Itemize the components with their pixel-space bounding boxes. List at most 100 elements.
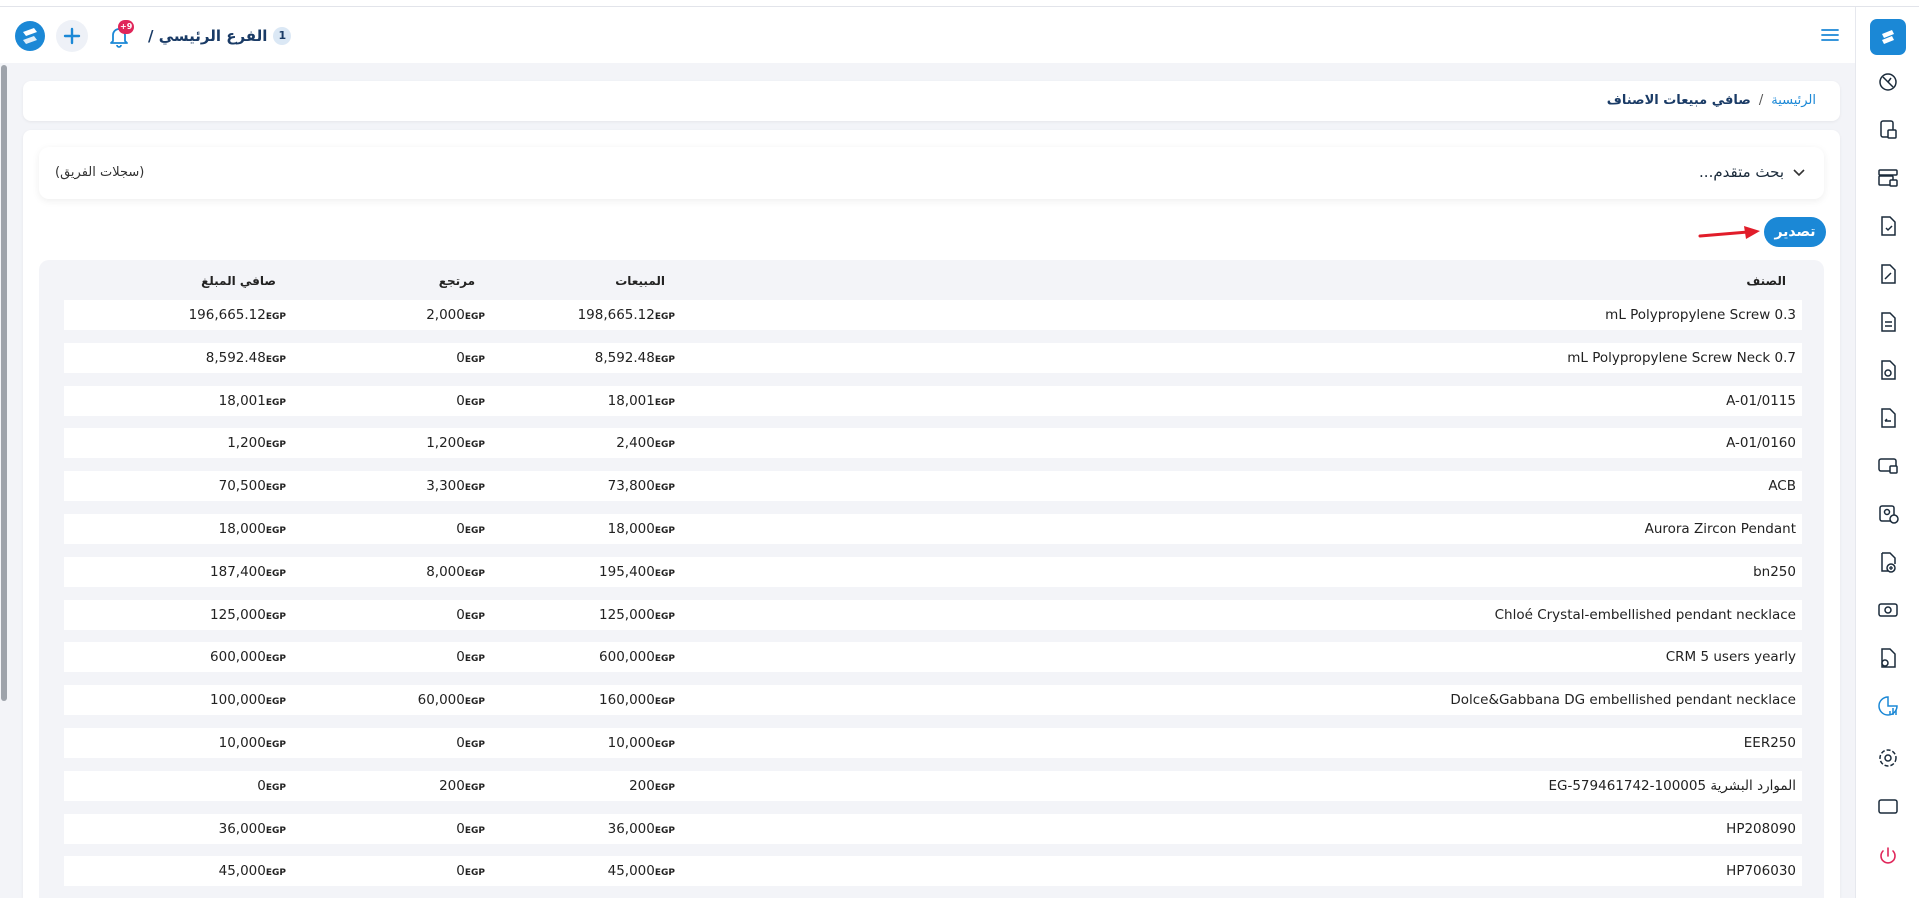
cell-sales: 600,000EGP bbox=[599, 649, 675, 665]
cell-returns-value: 200 bbox=[439, 777, 465, 794]
cell-returns: 0EGP bbox=[456, 735, 485, 751]
table-row[interactable]: ACB 73,800EGP 3,300EGP 70,500EGP bbox=[64, 471, 1802, 502]
screen-icon[interactable] bbox=[1875, 453, 1901, 479]
currency-label: EGP bbox=[464, 782, 485, 793]
currency-label: EGP bbox=[654, 312, 675, 322]
table-row[interactable]: CRM 5 users yearly 600,000EGP 0EGP 600,000E… bbox=[64, 642, 1802, 673]
cell-returns-value: 0 bbox=[456, 735, 465, 751]
annotation-arrow-icon bbox=[1698, 226, 1760, 239]
column-header-sales[interactable]: المبيعات bbox=[615, 274, 665, 288]
cell-item: mL Polypropylene Screw 0.3 bbox=[1605, 307, 1796, 323]
cell-net: 196,665.12EGP bbox=[189, 307, 286, 323]
doc-add-icon[interactable] bbox=[1875, 549, 1901, 575]
cell-net-value: 10,000 bbox=[218, 735, 266, 751]
table-row[interactable]: HP208090 36,000EGP 0EGP 36,000EGP bbox=[64, 813, 1802, 844]
column-header-returns[interactable]: مرتجع bbox=[439, 274, 475, 288]
user-doc-icon[interactable] bbox=[1875, 645, 1901, 671]
branch-selector[interactable]: 1 الفرع الرئيسي / bbox=[148, 24, 292, 48]
customer-add-icon[interactable] bbox=[1875, 501, 1901, 527]
plus-icon bbox=[63, 27, 81, 45]
currency-label: EGP bbox=[654, 526, 675, 536]
cell-item: ACB bbox=[1768, 478, 1796, 494]
power-icon[interactable] bbox=[1875, 843, 1901, 869]
table-row[interactable]: A-01/0115 18,001EGP 0EGP 18,001EGP bbox=[64, 385, 1802, 416]
currency-label: EGP bbox=[464, 740, 485, 750]
cell-item: EG-579461742-100005 الموارد البشرية bbox=[1548, 778, 1796, 794]
advanced-search-label: بحث متقدم... bbox=[1699, 163, 1784, 181]
cell-returns: 0EGP bbox=[456, 607, 485, 623]
table-row[interactable]: HP706030 45,000EGP 0EGP 45,000EGP bbox=[64, 856, 1802, 887]
page-title: صافي مبيعات الاصناف bbox=[1606, 93, 1751, 108]
currency-label: EGP bbox=[464, 354, 485, 365]
cell-net: 1,200EGP bbox=[227, 435, 286, 451]
money-icon[interactable] bbox=[1875, 597, 1901, 623]
cell-sales-value: 200 bbox=[629, 777, 655, 794]
table-row[interactable]: mL Polypropylene Screw 0.3 198,665.12EGP 2… bbox=[64, 300, 1802, 330]
table-row[interactable]: Chloé Crystal-embellished pendant neckla… bbox=[64, 599, 1802, 630]
document-icon[interactable] bbox=[1875, 309, 1901, 335]
gear-icon[interactable] bbox=[1875, 745, 1901, 771]
table-row[interactable]: EER250 10,000EGP 0EGP 10,000EGP bbox=[64, 728, 1802, 758]
cell-returns: 0EGP bbox=[456, 521, 485, 537]
page-scrollbar[interactable] bbox=[0, 63, 8, 898]
currency-label: EGP bbox=[464, 397, 485, 408]
breadcrumb-home-link[interactable]: الرئيسية bbox=[1771, 93, 1816, 108]
currency-label: EGP bbox=[265, 568, 286, 579]
cell-returns-value: 0 bbox=[456, 820, 465, 837]
cell-item: Chloé Crystal-embellished pendant neckla… bbox=[1495, 607, 1796, 623]
reports-chart-icon[interactable] bbox=[1875, 693, 1901, 719]
breadcrumb-separator: / bbox=[1758, 93, 1764, 108]
register-icon[interactable] bbox=[1875, 165, 1901, 191]
cell-sales-value: 45,000 bbox=[607, 863, 655, 880]
column-header-item[interactable]: الصنف bbox=[1746, 274, 1786, 288]
sales-doc-icon[interactable] bbox=[1875, 261, 1901, 287]
purchase-doc-icon[interactable] bbox=[1875, 357, 1901, 383]
currency-label: EGP bbox=[265, 397, 286, 408]
table-row[interactable]: A-01/0160 2,400EGP 1,200EGP 1,200EGP bbox=[64, 428, 1802, 459]
cell-returns: 0EGP bbox=[456, 649, 485, 665]
cell-returns-value: 8,000 bbox=[426, 563, 465, 580]
cell-net: 18,001EGP bbox=[219, 393, 286, 409]
cell-sales: 198,665.12EGP bbox=[578, 307, 675, 323]
currency-label: EGP bbox=[265, 526, 286, 536]
cell-returns-value: 60,000 bbox=[417, 692, 465, 709]
currency-label: EGP bbox=[654, 697, 675, 708]
cell-returns: 200EGP bbox=[439, 778, 485, 794]
pos-icon[interactable] bbox=[1875, 117, 1901, 143]
cell-net: 45,000EGP bbox=[219, 863, 286, 879]
table-row[interactable]: mL Polypropylene Screw Neck 0.7 8,592.48E… bbox=[64, 342, 1802, 373]
advanced-search-panel: بحث متقدم... (سجلات الفريق) bbox=[39, 147, 1824, 199]
cell-net-value: 36,000 bbox=[218, 820, 266, 837]
add-button[interactable] bbox=[56, 20, 88, 52]
cell-returns-value: 1,200 bbox=[426, 435, 465, 452]
cell-returns: 8,000EGP bbox=[426, 564, 485, 580]
table-header: الصنف المبيعات مرتجع صافي المبلغ bbox=[39, 260, 1824, 296]
breadcrumb-card: الرئيسية / صافي مبيعات الاصناف bbox=[23, 81, 1840, 121]
table-row[interactable]: bn250 195,400EGP 8,000EGP 187,400EGP bbox=[64, 556, 1802, 587]
invoice-icon[interactable] bbox=[1875, 213, 1901, 239]
app-logo-icon[interactable] bbox=[14, 20, 46, 52]
dashboard-icon[interactable] bbox=[1875, 69, 1901, 95]
cell-item-value: ACB bbox=[1768, 478, 1796, 495]
advanced-search-toggle[interactable]: بحث متقدم... bbox=[1699, 163, 1806, 181]
table-row[interactable]: Dolce&Gabbana DG embellished pendant nec… bbox=[64, 685, 1802, 716]
export-button[interactable]: تصدير bbox=[1764, 217, 1826, 247]
scrollbar-thumb[interactable] bbox=[1, 65, 7, 701]
table-row[interactable]: Aurora Zircon Pendant 18,000EGP 0EGP 18,000… bbox=[64, 514, 1802, 544]
menu-icon[interactable] bbox=[1819, 25, 1841, 45]
returns-doc-icon[interactable] bbox=[1875, 405, 1901, 431]
table-row[interactable]: EG-579461742-100005 الموارد البشرية 200EG… bbox=[64, 770, 1802, 801]
window-icon[interactable] bbox=[1875, 793, 1901, 819]
cell-item-value: A-01/0160 bbox=[1726, 435, 1796, 452]
cell-returns-value: 2,000 bbox=[426, 307, 465, 323]
cell-item-value: HP208090 bbox=[1726, 820, 1796, 837]
cell-sales-value: 18,001 bbox=[607, 392, 655, 409]
currency-label: EGP bbox=[265, 354, 286, 365]
cell-sales: 160,000EGP bbox=[599, 692, 675, 708]
currency-label: EGP bbox=[265, 312, 286, 322]
sidebar-logo-icon[interactable] bbox=[1870, 19, 1906, 55]
team-records-label: (سجلات الفريق) bbox=[55, 165, 145, 180]
column-header-net[interactable]: صافي المبلغ bbox=[201, 274, 276, 288]
cell-returns: 0EGP bbox=[456, 863, 485, 879]
cell-returns: 3,300EGP bbox=[426, 478, 485, 494]
